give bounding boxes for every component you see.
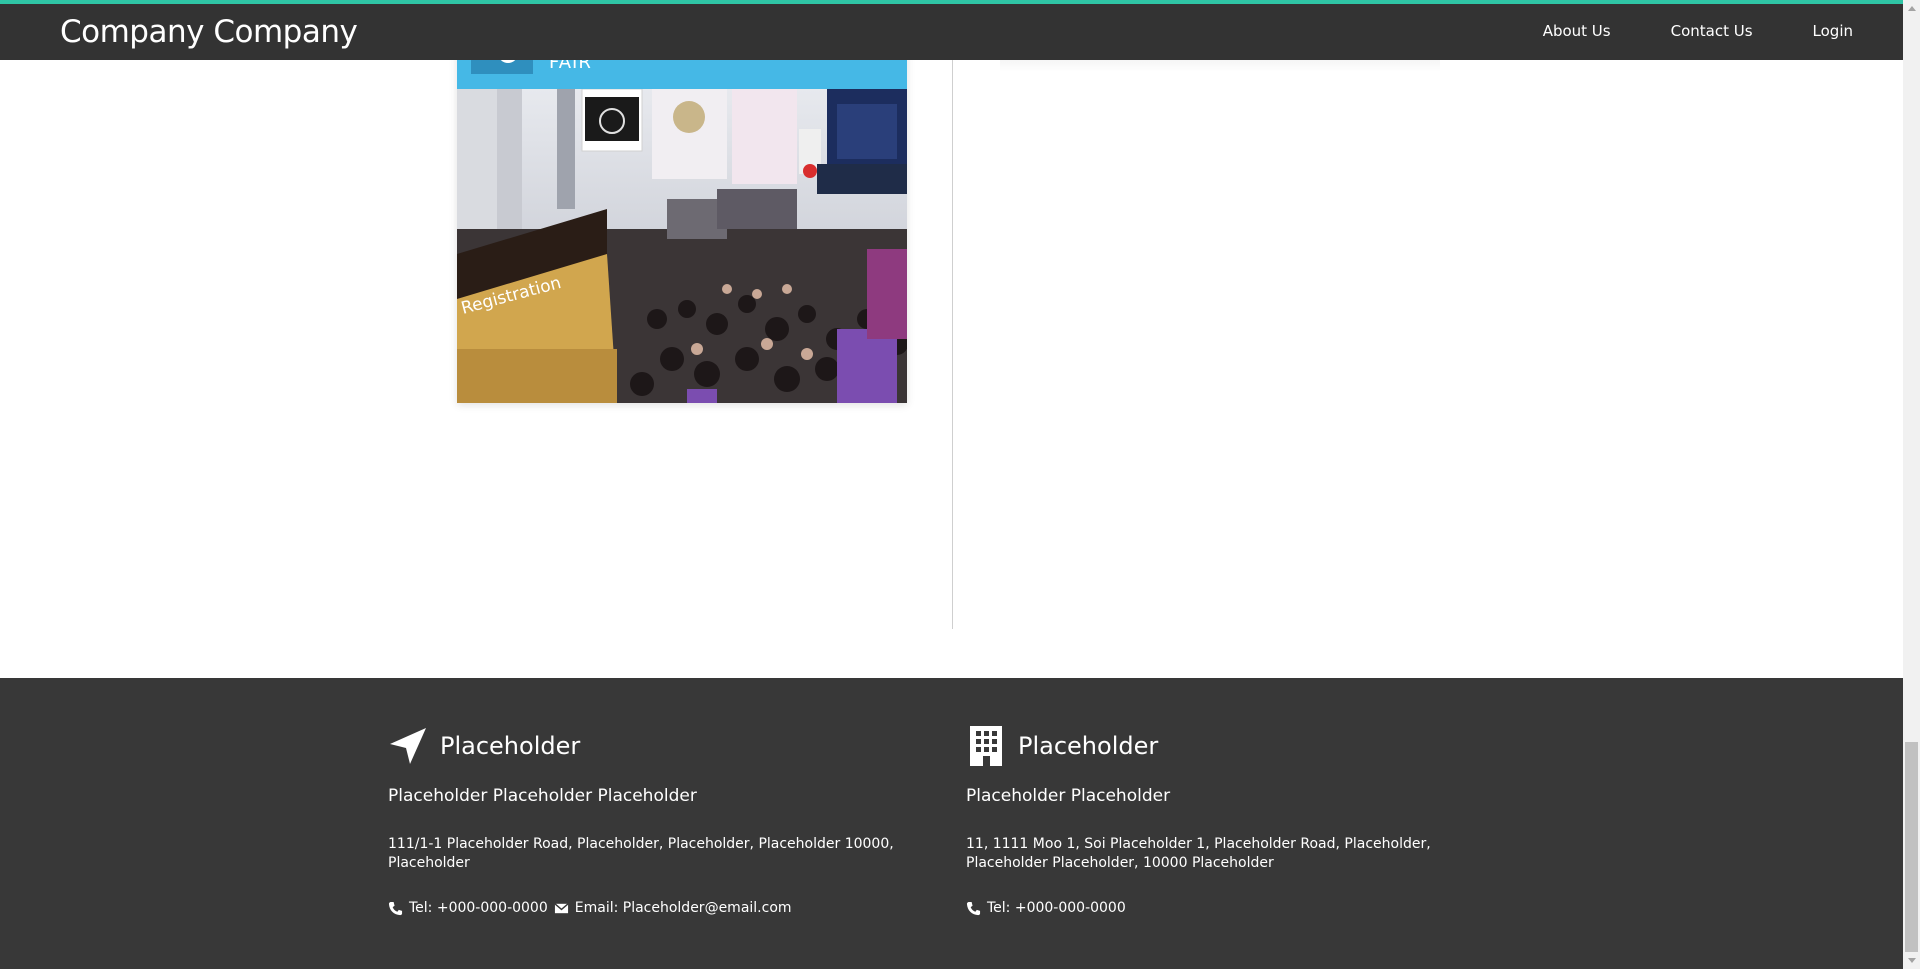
exhibition-hall-image: Registration bbox=[457, 89, 907, 403]
column-divider bbox=[952, 60, 953, 629]
vertical-scrollbar[interactable] bbox=[1903, 0, 1920, 969]
footer-right-tel: Tel: +000-000-0000 bbox=[987, 900, 1126, 916]
footer-left-address: 111/1-1 Placeholder Road, Placeholder, P… bbox=[388, 836, 894, 871]
header-shadow bbox=[1000, 60, 1440, 72]
page-viewport: Company Company About Us Contact Us Logi… bbox=[0, 0, 1903, 969]
footer-column-left: Placeholder Placeholder Placeholder Plac… bbox=[388, 722, 928, 916]
nav-contact-us[interactable]: Contact Us bbox=[1671, 22, 1753, 40]
envelope-icon bbox=[554, 902, 569, 913]
phone-icon bbox=[966, 901, 981, 915]
footer-right-company: Placeholder Placeholder bbox=[966, 786, 1171, 806]
footer-left-tel: Tel: +000-000-0000 bbox=[409, 900, 548, 916]
scrollbar-thumb[interactable] bbox=[1905, 742, 1918, 952]
location-arrow-icon bbox=[390, 728, 426, 764]
brand-link[interactable]: Company Company bbox=[60, 14, 358, 50]
footer-column-right: Placeholder Placeholder Placeholder 11, … bbox=[966, 722, 1506, 916]
scroll-up-arrow-icon[interactable] bbox=[1903, 0, 1920, 17]
navbar: Company Company About Us Contact Us Logi… bbox=[0, 4, 1903, 60]
footer-left-title: Placeholder bbox=[440, 732, 581, 760]
footer: Placeholder Placeholder Placeholder Plac… bbox=[0, 678, 1903, 969]
scroll-down-arrow-icon[interactable] bbox=[1903, 952, 1920, 969]
footer-left-email[interactable]: Email: Placeholder@email.com bbox=[575, 900, 792, 916]
footer-right-address: 11, 1111 Moo 1, Soi Placeholder 1, Place… bbox=[966, 836, 1431, 871]
event-photo: Registration bbox=[457, 89, 907, 403]
footer-right-heading: Placeholder bbox=[966, 722, 1506, 766]
footer-right-title: Placeholder bbox=[1018, 732, 1159, 760]
nav-login[interactable]: Login bbox=[1813, 22, 1853, 40]
footer-left-heading: Placeholder bbox=[388, 722, 928, 766]
footer-right-contact: Tel: +000-000-0000 bbox=[966, 900, 1126, 916]
footer-left-company: Placeholder Placeholder Placeholder bbox=[388, 786, 697, 806]
footer-left-contact: Tel: +000-000-0000 Email: Placeholder@em… bbox=[388, 900, 792, 916]
nav-about-us[interactable]: About Us bbox=[1543, 22, 1611, 40]
building-icon bbox=[970, 726, 1002, 766]
event-card[interactable]: FAIR Registration bbox=[457, 30, 907, 403]
nav-links: About Us Contact Us Login bbox=[1483, 22, 1853, 40]
phone-icon bbox=[388, 901, 403, 915]
